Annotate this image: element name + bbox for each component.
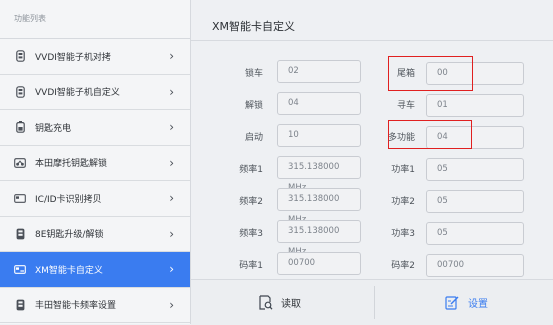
power3-field[interactable]: 05	[426, 222, 524, 245]
code1-label: 码率1	[239, 261, 263, 271]
find-car-label: 寻车	[396, 101, 415, 111]
sidebar-item-label: 丰田智能卡频率设置	[35, 301, 117, 312]
freq1-label: 频率1	[239, 165, 263, 175]
freq2-field[interactable]: 315.138000 MHz	[277, 188, 361, 225]
sidebar-item-label: IC/ID卡识别拷贝	[35, 194, 102, 205]
sidebar-item-ic-id-card[interactable]: IC/ID卡识别拷贝 ›	[0, 181, 190, 217]
sidebar-item-label: 钥匙充电	[35, 123, 72, 134]
set-button[interactable]: 设置	[445, 280, 488, 325]
card-icon	[14, 192, 26, 204]
find-car-field[interactable]: 01	[426, 94, 524, 117]
sidebar-item-label: VVDI智能子机自定义	[35, 88, 120, 99]
remote-key-icon	[14, 85, 26, 98]
lock-field[interactable]: 02	[277, 60, 361, 83]
sidebar-item-vvdi-copy[interactable]: VVDI智能子机对拷 ›	[0, 39, 190, 75]
chevron-right-icon: ›	[169, 191, 174, 206]
sidebar-item-label: 8E钥匙升级/解锁	[35, 230, 104, 241]
unlock-label: 解锁	[244, 101, 263, 111]
sidebar-item-8e-upgrade[interactable]: 8E钥匙升级/解锁 ›	[0, 216, 190, 252]
sidebar-item-honda-moto[interactable]: 本田摩托钥匙解锁 ›	[0, 145, 190, 181]
main-panel: XM智能卡自定义 锁车 02 解锁 04 启动 10 频率1 315.13800…	[191, 0, 553, 325]
chevron-right-icon: ›	[169, 84, 174, 99]
edit-settings-icon	[445, 295, 460, 310]
motorcycle-icon	[14, 157, 26, 169]
sidebar-item-label: VVDI智能子机对拷	[35, 52, 111, 63]
freq2-label: 频率2	[239, 197, 263, 207]
unlock-field[interactable]: 04	[277, 92, 361, 115]
power1-label: 功率1	[391, 165, 415, 175]
lock-label: 锁车	[244, 69, 263, 79]
sidebar-item-label: 本田摩托钥匙解锁	[35, 159, 108, 170]
sidebar-item-key-charge[interactable]: 钥匙充电 ›	[0, 110, 190, 146]
divider	[374, 286, 375, 319]
read-button[interactable]: 读取	[259, 280, 301, 325]
freq3-label: 频率3	[239, 229, 263, 239]
sidebar-item-xm-smart-card[interactable]: XM智能卡自定义 ›	[0, 252, 190, 288]
divider	[191, 40, 553, 41]
power2-label: 功率2	[391, 197, 415, 207]
start-field[interactable]: 10	[277, 124, 361, 147]
set-label: 设置	[468, 299, 488, 310]
sidebar-item-vvdi-custom[interactable]: VVDI智能子机自定义 ›	[0, 74, 190, 110]
sidebar-item-label: XM智能卡自定义	[35, 265, 103, 276]
chevron-right-icon: ›	[169, 49, 174, 64]
code2-label: 码率2	[391, 261, 415, 271]
power3-label: 功率3	[391, 229, 415, 239]
sidebar-item-toyota-freq[interactable]: 丰田智能卡频率设置 ›	[0, 287, 190, 323]
remote-key-icon	[14, 50, 26, 63]
highlight-box-multifunction	[388, 120, 472, 149]
key-fob-icon	[14, 299, 26, 311]
read-label: 读取	[281, 299, 301, 310]
chevron-right-icon: ›	[169, 226, 174, 241]
chevron-right-icon: ›	[169, 262, 174, 277]
highlight-box-trunk	[388, 56, 473, 91]
page-title: XM智能卡自定义	[212, 20, 296, 33]
action-bar: 读取 设置	[191, 279, 553, 325]
sidebar-title: 功能列表	[0, 0, 190, 39]
start-label: 启动	[244, 133, 263, 143]
power2-field[interactable]: 05	[426, 190, 524, 213]
battery-key-icon	[14, 121, 26, 134]
chevron-right-icon: ›	[169, 297, 174, 312]
freq3-field[interactable]: 315.138000 MHz	[277, 220, 361, 257]
chevron-right-icon: ›	[169, 155, 174, 170]
freq1-field[interactable]: 315.138000 MHz	[277, 156, 361, 193]
code2-field[interactable]: 00700	[426, 254, 524, 277]
power1-field[interactable]: 05	[426, 158, 524, 181]
code1-field[interactable]: 00700	[277, 252, 361, 275]
smart-card-icon	[14, 263, 26, 275]
chevron-right-icon: ›	[169, 120, 174, 135]
read-document-icon	[259, 295, 273, 310]
sidebar: 功能列表 VVDI智能子机对拷 › VVDI智能子机自定义 › 钥匙充电 › 本…	[0, 0, 191, 324]
key-fob-icon	[14, 228, 26, 240]
